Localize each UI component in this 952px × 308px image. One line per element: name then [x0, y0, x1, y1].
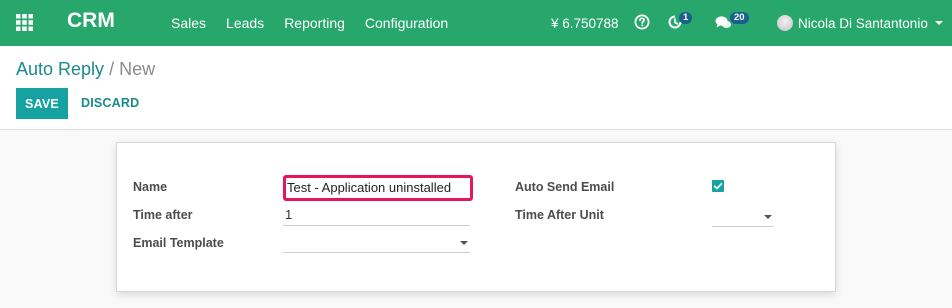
menu-item-configuration[interactable]: Configuration — [365, 15, 448, 31]
time-after-unit-label: Time After Unit — [515, 208, 604, 222]
time-after-label: Time after — [133, 208, 193, 222]
auto-send-email-checkbox[interactable] — [712, 180, 724, 192]
time-after-input[interactable]: 1 — [283, 204, 470, 226]
form-sheet: Name Test - Application uninstalled Time… — [116, 142, 836, 292]
email-template-label: Email Template — [133, 236, 224, 250]
breadcrumb-current: New — [119, 59, 156, 79]
menu-item-sales[interactable]: Sales — [171, 15, 206, 31]
chevron-down-icon — [764, 215, 772, 219]
chevron-down-icon — [934, 21, 943, 25]
breadcrumb-parent[interactable]: Auto Reply — [16, 59, 104, 79]
activity-count-badge: 1 — [679, 12, 693, 24]
avatar — [777, 15, 793, 31]
email-template-select[interactable] — [283, 231, 470, 253]
discard-button[interactable]: DISCARD — [81, 96, 139, 110]
save-button[interactable]: SAVE — [16, 88, 68, 119]
control-panel: Auto Reply / New SAVE DISCARD — [0, 46, 952, 130]
user-name: Nicola Di Santantonio — [798, 15, 928, 31]
auto-send-email-label: Auto Send Email — [515, 180, 615, 194]
name-label: Name — [133, 180, 168, 194]
menu-item-reporting[interactable]: Reporting — [284, 15, 345, 31]
message-count-badge: 20 — [730, 12, 749, 24]
currency-rate[interactable]: ¥ 6.750788 — [551, 0, 619, 46]
breadcrumb-separator: / — [109, 59, 115, 79]
app-brand[interactable]: CRM — [67, 9, 115, 33]
apps-grid-icon[interactable] — [16, 14, 33, 31]
time-after-unit-select[interactable] — [712, 205, 774, 227]
user-menu[interactable]: Nicola Di Santantonio — [777, 0, 943, 46]
breadcrumb: Auto Reply / New — [16, 59, 155, 80]
name-input-value: Test - Application uninstalled — [287, 180, 452, 195]
name-input[interactable]: Test - Application uninstalled — [283, 175, 473, 201]
top-navbar: CRM Sales Leads Reporting Configuration … — [0, 0, 952, 46]
time-after-value: 1 — [285, 207, 293, 222]
help-icon[interactable] — [634, 14, 650, 30]
menu-item-leads[interactable]: Leads — [226, 15, 264, 31]
main-menu: Sales Leads Reporting Configuration — [171, 15, 468, 31]
chevron-down-icon — [460, 241, 468, 245]
